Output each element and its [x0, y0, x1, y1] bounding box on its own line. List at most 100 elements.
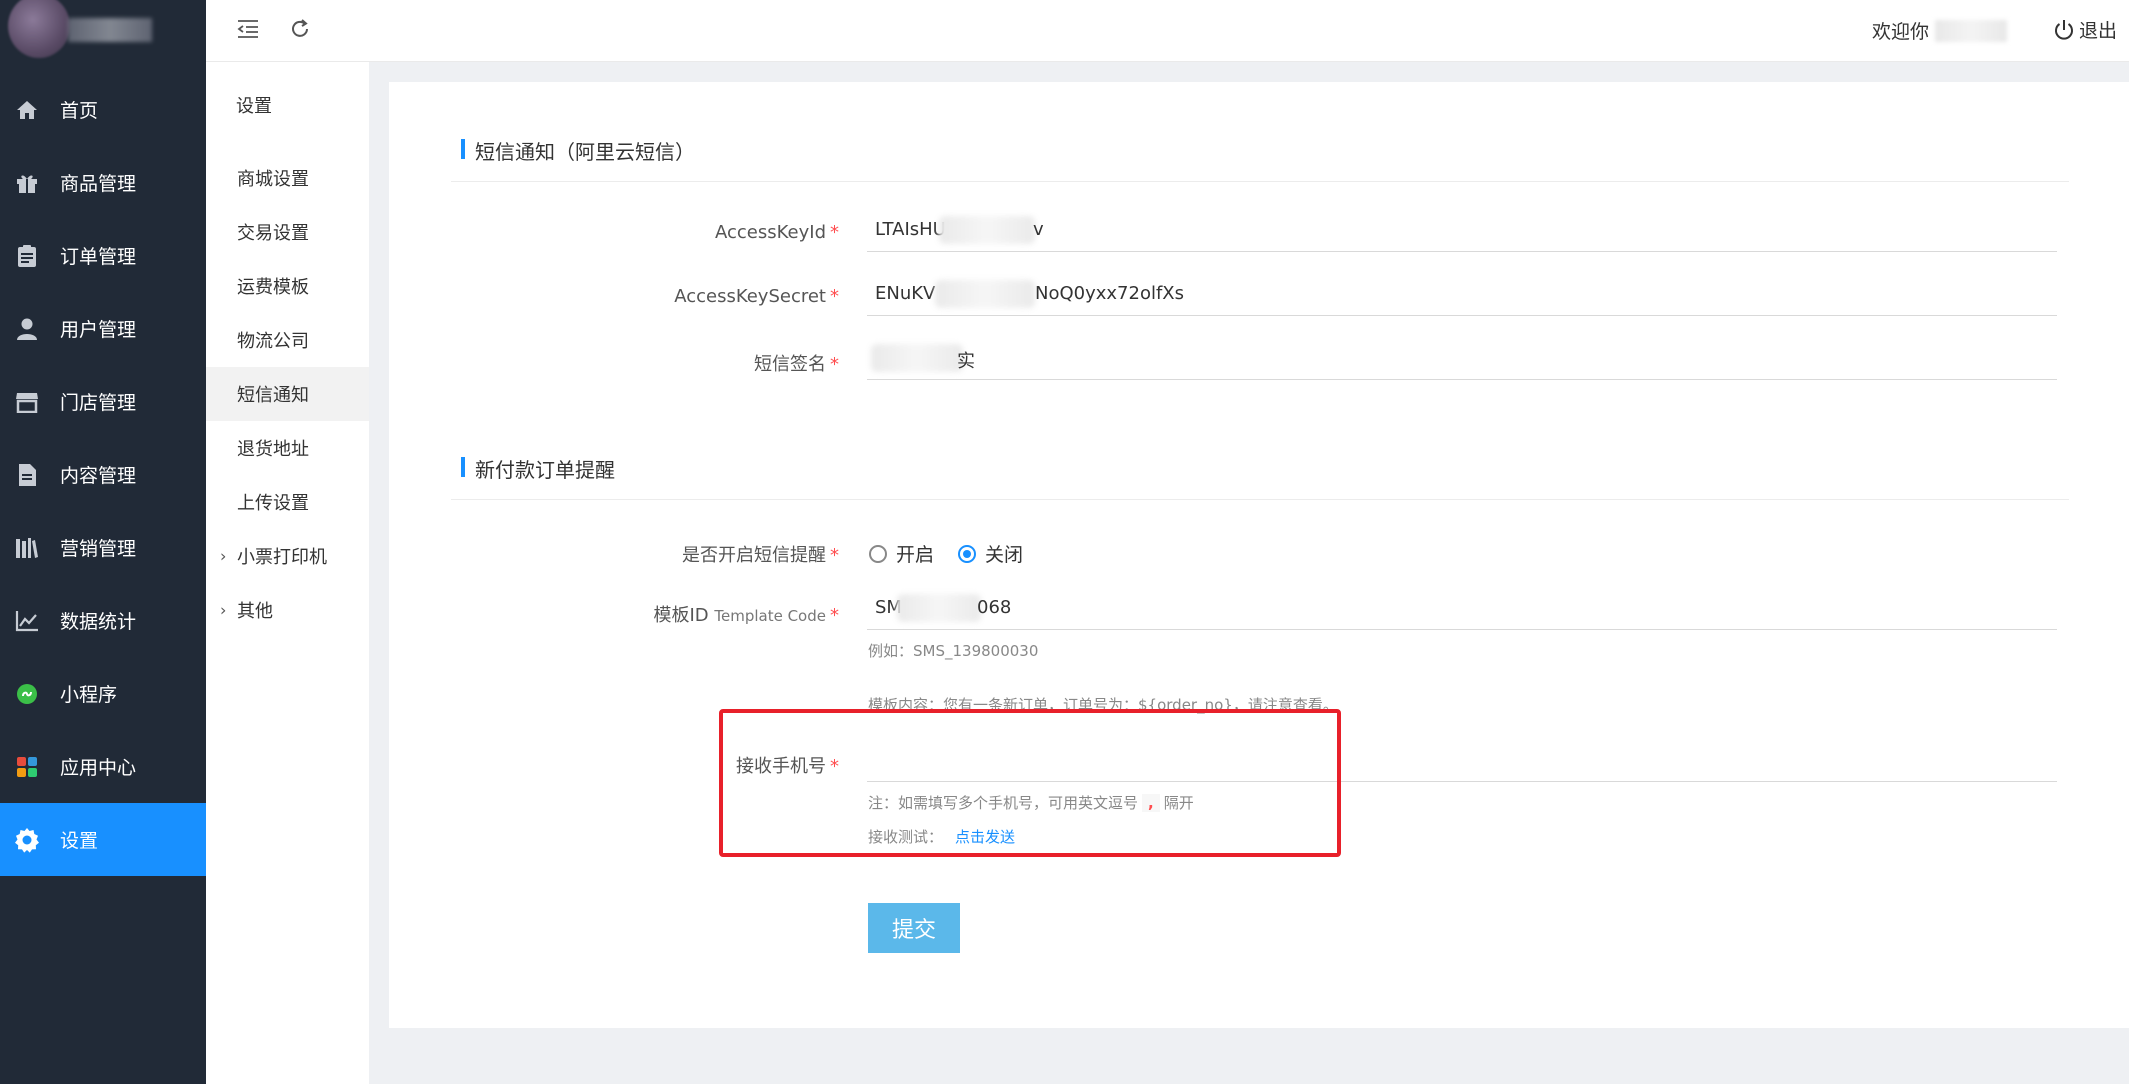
sidebar-item-stores[interactable]: 门店管理: [0, 365, 206, 438]
sms-reminder-radio-group: 开启 关闭: [869, 540, 1047, 567]
highlight-annotation-box: [719, 709, 1341, 857]
redaction-mask: [939, 216, 1035, 244]
sms-sign-label: 短信签名 *: [389, 350, 839, 376]
subnav-item-label: 上传设置: [237, 493, 309, 514]
required-mark: *: [830, 286, 839, 307]
field-value-tail: NoQ0yxx72olfXs: [1035, 283, 1185, 304]
sidebar-item-users[interactable]: 用户管理: [0, 292, 206, 365]
logout-label: 退出: [2078, 20, 2117, 42]
logo-image: [8, 0, 70, 58]
radio-enable[interactable]: 开启: [869, 540, 934, 567]
sidebar-item-marketing[interactable]: 营销管理: [0, 511, 206, 584]
access-key-id-label: AccessKeyId *: [389, 222, 839, 243]
clipboard-icon: [14, 243, 40, 269]
required-mark: *: [830, 545, 839, 566]
template-code-input[interactable]: 068: [867, 586, 2057, 630]
receive-test-row: 接收测试： 点击发送: [868, 826, 1015, 847]
chevron-right-icon: ›: [220, 546, 227, 566]
gear-icon: [14, 827, 40, 853]
gift-icon: [14, 170, 40, 196]
refresh-icon[interactable]: [286, 15, 314, 43]
order-section-title: 新付款订单提醒: [461, 454, 615, 483]
collapse-menu-icon[interactable]: [234, 15, 262, 43]
sidebar-item-stats[interactable]: 数据统计: [0, 584, 206, 657]
chart-icon: [14, 608, 40, 634]
sidebar-item-apps[interactable]: 应用中心: [0, 730, 206, 803]
sidebar-item-miniprogram[interactable]: 小程序: [0, 657, 206, 730]
phone-note-after: 隔开: [1163, 794, 1194, 812]
subnav-item-mall-settings[interactable]: 商城设置: [206, 151, 369, 205]
sms-sign-input[interactable]: 实: [867, 336, 2057, 380]
template-content-hint: 模板内容：您有一条新订单，订单号为：${order_no}，请注意查看。: [868, 696, 1338, 714]
home-icon: [14, 97, 40, 123]
template-code-label: 模板ID Template Code *: [389, 601, 839, 627]
subnav-item-other[interactable]: › 其他: [206, 583, 369, 637]
access-key-secret-input[interactable]: NoQ0yxx72olfXs: [867, 272, 2057, 316]
logout-button[interactable]: 退出: [2053, 16, 2117, 43]
sidebar-item-label: 商品管理: [60, 173, 137, 195]
subnav-item-sms[interactable]: 短信通知: [206, 367, 369, 421]
top-bar: 欢迎你 退出: [206, 0, 2129, 62]
receiver-phone-label: 接收手机号 *: [389, 752, 839, 778]
sms-section-title: 短信通知（阿里云短信）: [461, 136, 695, 165]
subnav-item-label: 其他: [237, 601, 273, 622]
template-code-field[interactable]: [867, 586, 2057, 629]
store-icon: [14, 389, 40, 415]
sms-sign-field[interactable]: [867, 336, 2057, 379]
field-label-text: 接收手机号: [736, 756, 826, 777]
radio-label: 开启: [896, 544, 935, 566]
apps-icon: [14, 754, 40, 780]
app-logo[interactable]: [0, 0, 206, 62]
redaction-mask: [871, 344, 963, 372]
subnav-item-trade-settings[interactable]: 交易设置: [206, 205, 369, 259]
subnav-item-logistics[interactable]: 物流公司: [206, 313, 369, 367]
receiver-phone-field[interactable]: [867, 738, 2057, 781]
access-key-id-input[interactable]: v: [867, 208, 2057, 252]
field-label-text: 短信签名: [754, 354, 826, 375]
subnav-item-label: 退货地址: [237, 439, 309, 460]
radio-circle[interactable]: [958, 544, 977, 563]
sidebar-item-products[interactable]: 商品管理: [0, 146, 206, 219]
subnav-item-return-address[interactable]: 退货地址: [206, 421, 369, 475]
sidebar-item-orders[interactable]: 订单管理: [0, 219, 206, 292]
access-key-id-field[interactable]: [867, 208, 2057, 251]
send-test-link[interactable]: 点击发送: [955, 828, 1015, 846]
field-value-tail: v: [1033, 219, 1044, 240]
chevron-right-icon: ›: [220, 600, 227, 620]
radio-disable[interactable]: 关闭: [958, 540, 1023, 567]
sidebar-item-label: 设置: [60, 830, 99, 852]
required-mark: *: [830, 222, 839, 243]
subnav-list: 商城设置 交易设置 运费模板 物流公司 短信通知 退货地址 上传设置 › 小票打印…: [206, 151, 369, 637]
subnav-item-label: 物流公司: [237, 331, 309, 352]
sidebar-item-home[interactable]: 首页: [0, 73, 206, 146]
submit-button[interactable]: 提交: [868, 903, 960, 953]
receive-test-label: 接收测试：: [868, 828, 944, 846]
user-icon: [14, 316, 40, 342]
sidebar-item-content[interactable]: 内容管理: [0, 438, 206, 511]
sms-reminder-label: 是否开启短信提醒 *: [389, 541, 839, 567]
radio-circle[interactable]: [869, 544, 887, 563]
books-icon: [14, 535, 40, 561]
subnav-item-upload-settings[interactable]: 上传设置: [206, 475, 369, 529]
main-sidebar: 首页 商品管理 订单管理 用户管理 门店管理 内容管理 营销管理 数据统计 小程…: [0, 0, 206, 1084]
subnav-item-label: 商城设置: [237, 169, 309, 190]
sidebar-item-label: 首页: [60, 100, 99, 122]
subnav-item-receipt-printer[interactable]: › 小票打印机: [206, 529, 369, 583]
username-redacted: [1935, 19, 2007, 42]
receiver-phone-input[interactable]: [867, 738, 2057, 782]
settings-card: 短信通知（阿里云短信） AccessKeyId* v AccessKeySecr…: [389, 82, 2129, 1028]
field-value-tail: 068: [977, 597, 1012, 618]
sidebar-item-settings[interactable]: 设置: [0, 803, 206, 876]
subnav-item-label: 短信通知: [237, 385, 309, 406]
subnav-item-shipping-template[interactable]: 运费模板: [206, 259, 369, 313]
field-label-subtext: Template Code: [714, 607, 826, 625]
required-mark: *: [830, 605, 839, 626]
welcome-label: 欢迎你: [1871, 21, 1929, 43]
sidebar-item-label: 内容管理: [60, 465, 137, 487]
radio-label: 关闭: [985, 544, 1024, 566]
sidebar-menu: 首页 商品管理 订单管理 用户管理 门店管理 内容管理 营销管理 数据统计 小程…: [0, 73, 206, 876]
field-label-text: AccessKeyId: [715, 222, 826, 243]
redaction-mask: [897, 594, 981, 622]
phone-note-comma: ,: [1142, 794, 1160, 812]
subnav-title: 设置: [236, 96, 272, 117]
